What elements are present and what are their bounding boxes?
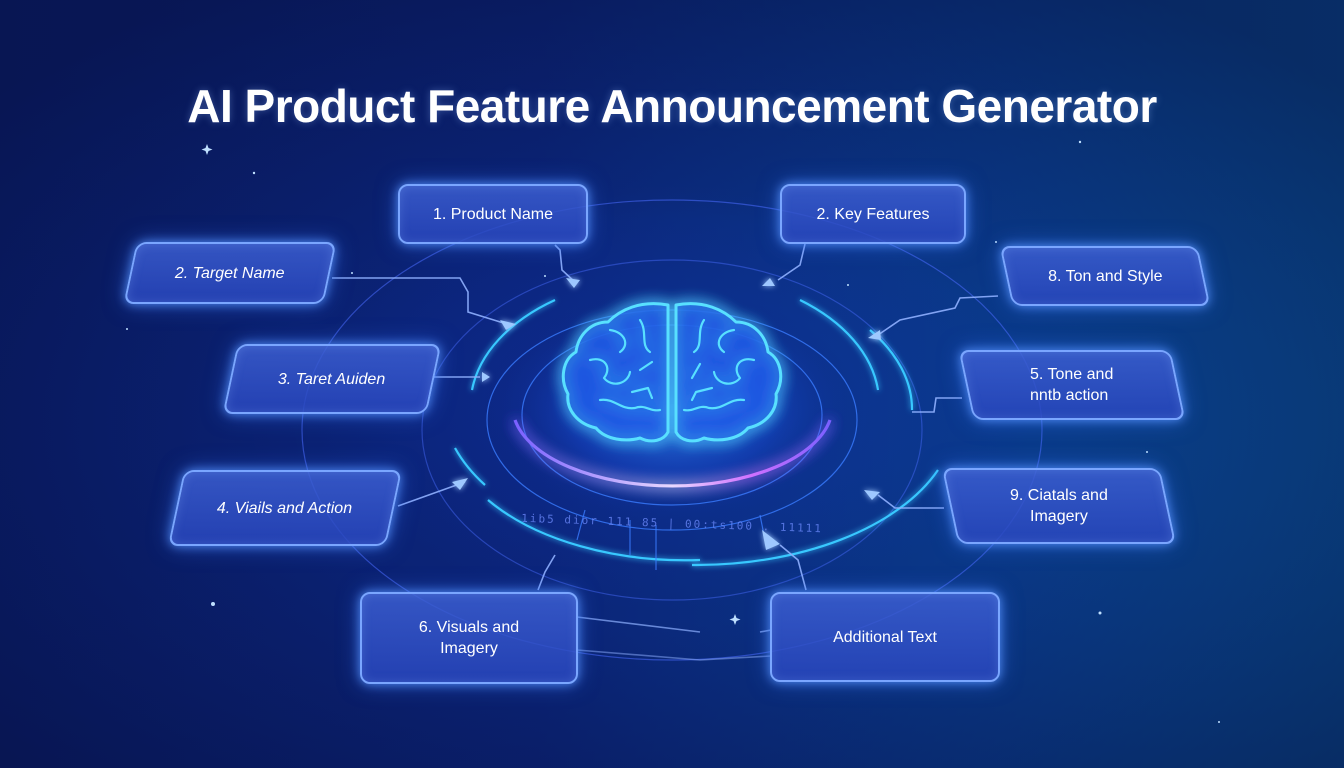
star	[351, 272, 353, 274]
connector-bottom-line	[576, 649, 772, 661]
star	[1146, 451, 1148, 453]
star	[729, 614, 741, 625]
node-visuals-and-action[interactable]: 4. Viails and Action	[167, 470, 403, 546]
connector-bottom-line	[576, 616, 772, 633]
arrow-icon	[566, 278, 580, 288]
star	[1218, 721, 1220, 723]
node-ciatals-and-imagery[interactable]: 9. Ciatals and Imagery	[941, 468, 1177, 544]
node-product-name[interactable]: 1. Product Name	[398, 184, 588, 244]
star	[201, 144, 213, 155]
star	[544, 275, 546, 277]
arrow-icon	[452, 478, 468, 490]
star	[126, 328, 128, 330]
node-additional-text[interactable]: Additional Text	[770, 592, 1000, 682]
node-label: 6. Visuals and Imagery	[418, 619, 520, 657]
node-label: Additional Text	[833, 628, 937, 646]
node-label: 5. Tone and nntb action	[1030, 366, 1114, 404]
page-title: AI Product Feature Announcement Generato…	[187, 79, 1157, 132]
node-key-features[interactable]: 2. Key Features	[780, 184, 966, 244]
connector-visuals-action	[397, 481, 466, 507]
arrow-icon	[762, 278, 775, 286]
connector-visuals-imagery	[537, 554, 556, 591]
connector-product-name	[554, 244, 577, 284]
node-label: 4. Viails and Action	[217, 499, 353, 517]
star	[995, 241, 997, 243]
arrow-icon	[868, 330, 881, 340]
node-label: 8. Ton and Style	[1047, 267, 1163, 285]
node-label: 2. Target Name	[175, 264, 285, 282]
connector-ciatals	[877, 494, 944, 509]
node-tone-and-interaction[interactable]: 5. Tone and nntb action	[958, 350, 1186, 420]
star	[252, 171, 256, 175]
node-visuals-and-imagery[interactable]: 6. Visuals and Imagery	[360, 592, 578, 684]
node-label: 2. Key Features	[816, 205, 930, 223]
star	[847, 284, 849, 286]
arrow-icon	[864, 490, 880, 500]
node-label: 1. Product Name	[432, 205, 554, 223]
node-ton-and-style[interactable]: 8. Ton and Style	[999, 246, 1211, 306]
node-target-name[interactable]: 2. Target Name	[123, 242, 337, 304]
star	[1078, 140, 1082, 144]
connector-key-features	[777, 243, 806, 281]
node-target-audience[interactable]: 3. Taret Auiden	[222, 344, 442, 414]
node-label: 9. Ciatals and Imagery	[1010, 487, 1108, 525]
star	[211, 602, 215, 606]
brain-halo	[482, 290, 862, 530]
arrow-icon	[500, 320, 516, 330]
node-label: 3. Taret Auiden	[278, 370, 386, 388]
ring-arc	[454, 447, 486, 486]
star	[1098, 611, 1102, 615]
